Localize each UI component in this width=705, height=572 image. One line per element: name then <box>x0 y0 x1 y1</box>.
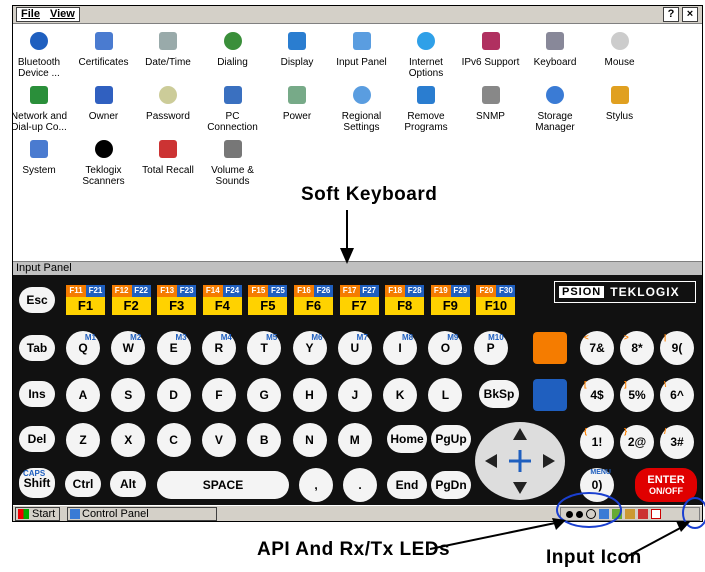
led-leader-arrowhead <box>552 518 566 530</box>
led-callout-ellipse <box>556 492 622 528</box>
api-leds-label: API And Rx/Tx LEDs <box>257 539 451 560</box>
input-leader-arrowhead <box>676 521 690 532</box>
input-icon-label: Input Icon <box>546 547 642 568</box>
soft-keyboard-arrowhead <box>340 248 354 264</box>
annotation-arrows <box>340 210 705 557</box>
